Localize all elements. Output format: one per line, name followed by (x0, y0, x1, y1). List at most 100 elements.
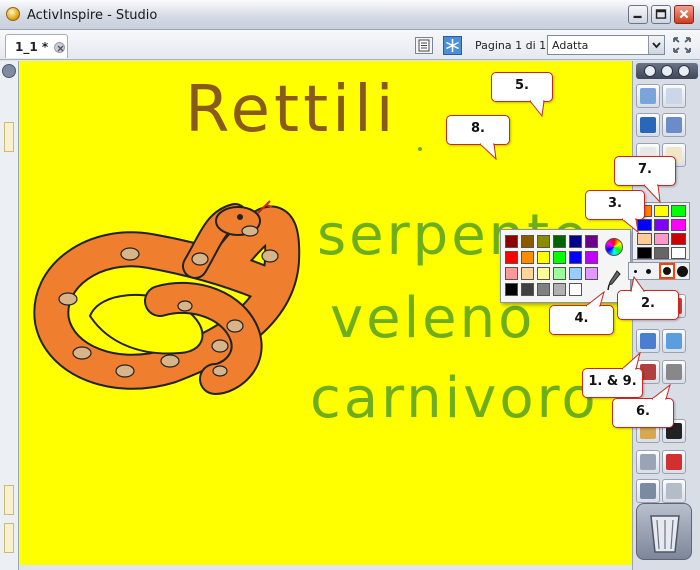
fullscreen-icon (673, 37, 691, 53)
magic-tool[interactable] (662, 113, 686, 137)
colour-swatch[interactable] (569, 251, 582, 264)
page-indicator: Pagina 1 di 1 (475, 39, 547, 52)
callout-tail (530, 100, 545, 118)
tab-close-icon (57, 45, 64, 52)
callout-label: 6. (636, 404, 650, 419)
callout-tail (630, 276, 645, 292)
colour-swatch[interactable] (585, 251, 598, 264)
callout-2: 2. (617, 290, 679, 320)
tab-close-button[interactable] (54, 42, 65, 53)
callout-tail (480, 143, 497, 161)
callout-6: 6. (612, 398, 674, 428)
document-tab[interactable]: 1_1 * (5, 34, 68, 58)
colour-swatch[interactable] (553, 267, 566, 280)
colour-swatch[interactable] (553, 251, 566, 264)
undo-tool[interactable] (636, 479, 660, 503)
toolbox-colour-swatch[interactable] (637, 233, 652, 245)
width-option[interactable] (634, 270, 637, 273)
close-button[interactable] (674, 5, 694, 24)
toolbox-colour-swatch[interactable] (637, 247, 652, 259)
toolbox-colour-swatch[interactable] (654, 247, 669, 259)
browser-tab[interactable] (4, 523, 14, 553)
colour-swatch[interactable] (521, 251, 534, 264)
snake-image[interactable] (20, 61, 632, 565)
minimize-button[interactable] (628, 5, 648, 24)
snowflake-button[interactable] (443, 36, 462, 55)
browser-toggle-button[interactable] (2, 64, 16, 78)
colour-swatch[interactable] (505, 251, 518, 264)
chevron-down-icon[interactable] (648, 36, 664, 54)
colour-swatch[interactable] (537, 267, 550, 280)
callout-label: 5. (515, 78, 529, 93)
callout-label: 2. (641, 296, 655, 311)
colour-swatch[interactable] (521, 267, 534, 280)
highlighter-tool[interactable] (662, 329, 686, 353)
browsers-tool[interactable] (636, 84, 660, 108)
callout-8: 8. (446, 115, 510, 145)
colour-swatch[interactable] (585, 235, 598, 248)
minimize-icon (633, 15, 642, 19)
redo-tool[interactable] (662, 479, 686, 503)
colour-swatch[interactable] (569, 283, 582, 296)
colour-swatch[interactable] (585, 267, 598, 280)
document-tab-label: 1_1 * (15, 40, 49, 54)
activinspire-logo-icon (6, 7, 20, 21)
colour-swatch[interactable] (537, 235, 550, 248)
trash-button[interactable] (636, 503, 692, 560)
toolbox-colour-swatch[interactable] (654, 233, 669, 245)
colour-picker-icon[interactable] (607, 269, 621, 291)
colour-swatch[interactable] (505, 283, 518, 296)
zoom-select-value: Adatta (552, 39, 589, 52)
width-option[interactable] (646, 269, 651, 274)
callout-label: 7. (638, 162, 652, 177)
toolbox-colour-swatch[interactable] (654, 219, 669, 231)
callout-3: 3. (585, 190, 645, 220)
maximize-icon (655, 9, 667, 19)
colour-swatch[interactable] (569, 267, 582, 280)
toolbox-colour-swatch[interactable] (671, 219, 686, 231)
zoom-select[interactable]: Adatta (547, 35, 665, 55)
colour-swatch[interactable] (521, 235, 534, 248)
colour-swatch[interactable] (569, 235, 582, 248)
callout-label: 1. & 9. (588, 374, 637, 389)
colour-swatch[interactable] (521, 283, 534, 296)
select-tool[interactable] (636, 113, 660, 137)
toolbox-colour-swatch[interactable] (671, 247, 686, 259)
toolbox-menu-icon[interactable] (644, 65, 656, 77)
fill-tool[interactable] (662, 360, 686, 384)
width-option[interactable] (677, 266, 688, 277)
callout-label: 3. (608, 196, 622, 211)
toolbox-header[interactable] (636, 63, 698, 79)
pages-tool[interactable] (662, 84, 686, 108)
callout-7: 7. (614, 156, 676, 186)
fullscreen-button[interactable] (671, 35, 693, 55)
toolbox-colour-swatch[interactable] (671, 205, 686, 217)
toolbox-colour-swatch[interactable] (671, 233, 686, 245)
colour-swatch[interactable] (505, 267, 518, 280)
flipchart-canvas[interactable]: Rettili serpente veleno carnivoro (20, 61, 632, 565)
browser-tab[interactable] (4, 485, 14, 515)
callout-tail (622, 352, 641, 370)
title-bar: ActivInspire - Studio (0, 0, 700, 30)
colour-swatch[interactable] (505, 235, 518, 248)
page-sorter-icon (418, 39, 430, 52)
colour-swatch[interactable] (553, 283, 566, 296)
toolbox-collapse-icon[interactable] (661, 65, 673, 77)
pen-tool-active[interactable] (636, 329, 660, 353)
clear-tool[interactable] (636, 450, 660, 474)
toolbox-pin-icon[interactable] (678, 65, 690, 77)
toolbox-colour-swatch[interactable] (654, 205, 669, 217)
colour-swatch[interactable] (537, 251, 550, 264)
callout-label: 4. (574, 311, 589, 326)
browser-tab[interactable] (4, 122, 14, 152)
maximize-button[interactable] (651, 5, 671, 24)
callout-5: 5. (491, 72, 553, 102)
activinspire-window: ActivInspire - Studio 1_1 * Pagina 1 di … (0, 0, 700, 570)
close-icon (679, 9, 689, 19)
colour-swatch[interactable] (537, 283, 550, 296)
reset-page-tool[interactable] (662, 450, 686, 474)
colour-swatch[interactable] (553, 235, 566, 248)
trash-icon (650, 515, 680, 553)
colour-wheel-icon[interactable] (605, 238, 623, 256)
page-sorter-button[interactable] (415, 37, 433, 54)
